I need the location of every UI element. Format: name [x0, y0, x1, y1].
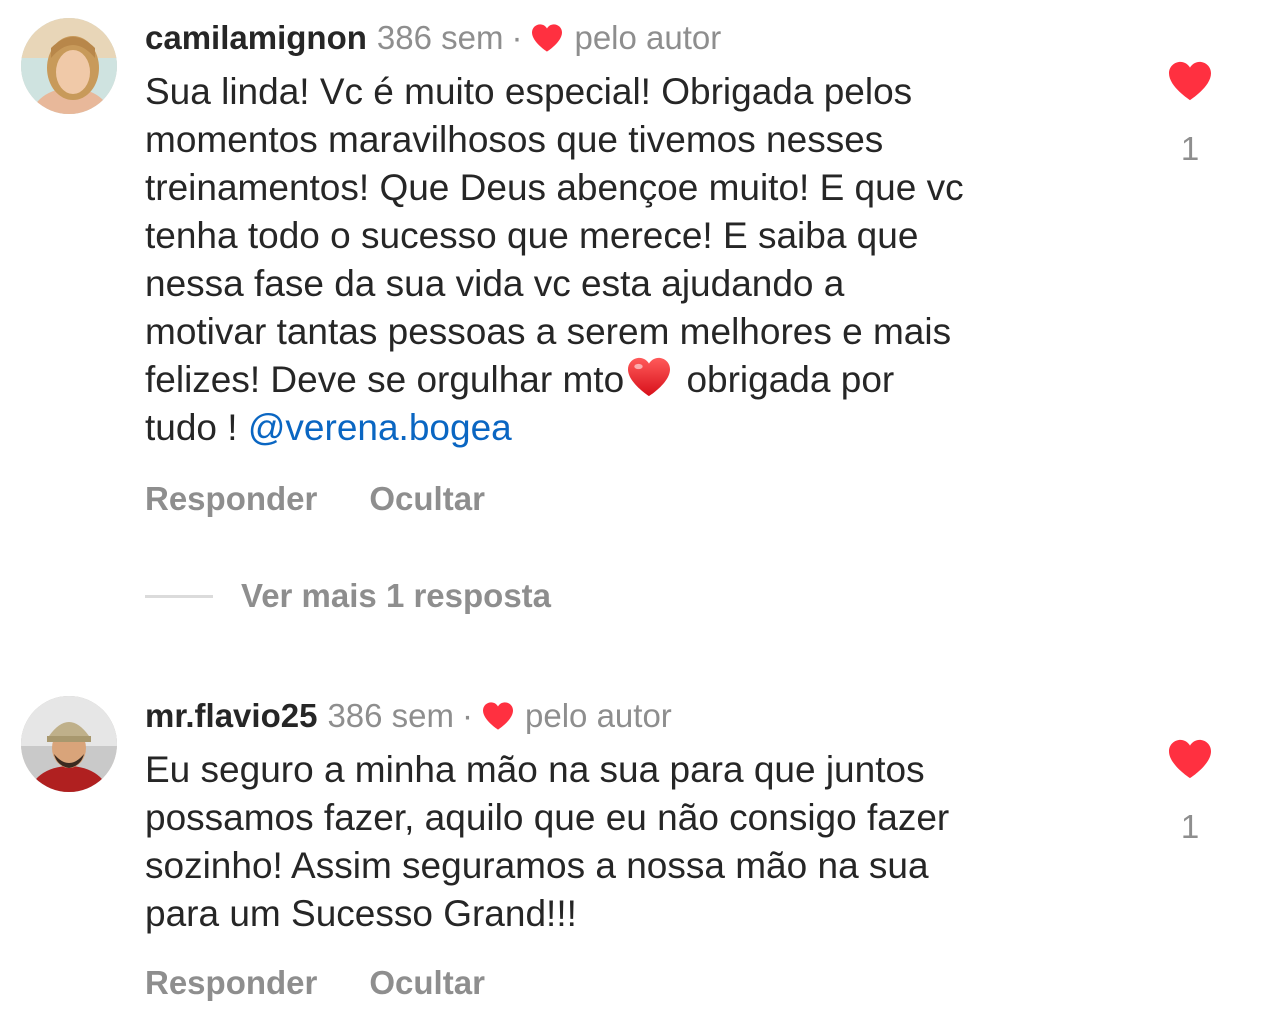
- like-count: 1: [1180, 808, 1200, 845]
- comment-line: para um Sucesso Grand!!!: [145, 893, 577, 934]
- comment-line: motivar tantas pessoas a serem melhores …: [145, 311, 952, 352]
- comment-text: Eu seguro a minha mão na sua para que ju…: [145, 746, 1135, 938]
- username[interactable]: camilamignon: [145, 19, 367, 57]
- comment-meta: mr.flavio25 386 sem · pelo autor: [145, 694, 1135, 738]
- comment-line: tudo ! @verena.bogea: [145, 404, 1135, 452]
- comment-actions: Responder Ocultar: [145, 964, 1135, 1002]
- mention-link[interactable]: @verena.bogea: [248, 407, 512, 448]
- view-more-replies-label: Ver mais 1 resposta: [241, 577, 552, 614]
- comment-line: tenha todo o sucesso que merece! E saiba…: [145, 215, 919, 256]
- comment-line: sozinho! Assim seguramos a nossa mão na …: [145, 845, 929, 886]
- avatar-camilamignon[interactable]: [21, 18, 117, 114]
- separator-dot: ·: [511, 19, 523, 56]
- hide-button[interactable]: Ocultar: [369, 964, 485, 1002]
- heart-icon: [483, 702, 514, 730]
- avatar-mr-flavio25[interactable]: [21, 696, 117, 792]
- comment-text-segment: tudo !: [145, 407, 248, 448]
- reply-button[interactable]: Responder: [145, 480, 317, 518]
- comment-line: treinamentos! Que Deus abençoe muito! E …: [145, 167, 964, 208]
- view-more-replies-button[interactable]: Ver mais 1 resposta: [145, 575, 551, 617]
- heart-icon: [532, 24, 563, 52]
- comment-meta: camilamignon 386 sem · pelo autor: [145, 16, 1135, 60]
- liked-by-author-label: pelo autor: [525, 697, 672, 734]
- like-count: 1: [1180, 130, 1200, 167]
- username[interactable]: mr.flavio25: [145, 697, 317, 735]
- liked-by-author-label: pelo autor: [574, 19, 722, 56]
- comment-text-segment: felizes! Deve se orgulhar mto: [145, 359, 625, 400]
- reply-button[interactable]: Responder: [145, 964, 317, 1002]
- red-heart-emoji-icon: [628, 357, 671, 397]
- comment-text: Sua linda! Vc é muito especial! Obrigada…: [145, 68, 1135, 452]
- separator-dot: ·: [462, 697, 474, 734]
- timestamp: 386 sem: [327, 697, 455, 734]
- like-column: 1: [1150, 738, 1230, 846]
- like-column: 1: [1150, 60, 1230, 168]
- comment-line: momentos maravilhosos que tivemos nesses: [145, 119, 884, 160]
- timestamp: 386 sem: [376, 19, 504, 56]
- hide-button[interactable]: Ocultar: [369, 480, 485, 518]
- comment-body: camilamignon 386 sem · pelo autor Sua li…: [145, 16, 1135, 518]
- comment-text-segment: obrigada por: [676, 359, 895, 400]
- comment-line: Sua linda! Vc é muito especial! Obrigada…: [145, 71, 913, 112]
- comment-line: Eu seguro a minha mão na sua para que ju…: [145, 749, 925, 790]
- comment-body: mr.flavio25 386 sem · pelo autor Eu segu…: [145, 694, 1135, 1002]
- heart-icon[interactable]: [1167, 738, 1213, 780]
- heart-icon[interactable]: [1167, 60, 1213, 102]
- comment-line: nessa fase da sua vida vc esta ajudando …: [145, 263, 845, 304]
- comment-line: possamos fazer, aquilo que eu não consig…: [145, 797, 950, 838]
- comment-line: felizes! Deve se orgulhar mto obrigada p…: [145, 356, 1135, 404]
- comment-actions: Responder Ocultar: [145, 480, 1135, 518]
- divider-line: [145, 594, 213, 598]
